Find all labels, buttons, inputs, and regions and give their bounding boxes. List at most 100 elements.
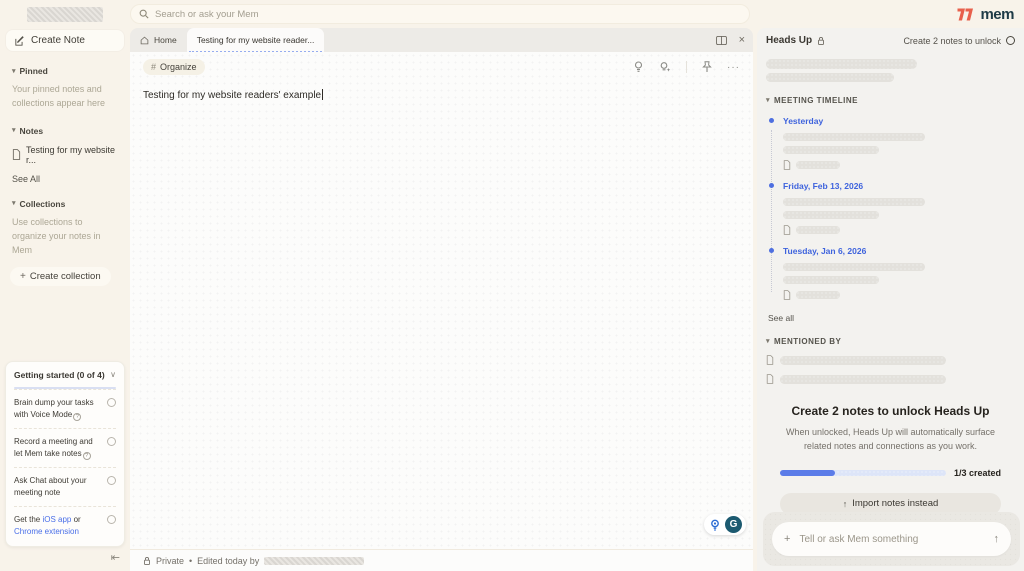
chrome-extension-link[interactable]: Chrome extension (14, 527, 79, 536)
organize-tag-chip[interactable]: # Organize (143, 59, 205, 75)
timeline-entry[interactable]: Yesterday (769, 116, 1015, 170)
note-item-title: Testing for my website r... (26, 144, 116, 165)
insights-bulb-icon[interactable] (633, 61, 644, 73)
send-arrow-icon[interactable]: ↑ (994, 533, 1000, 545)
timeline-date[interactable]: Friday, Feb 13, 2026 (783, 181, 1015, 191)
checklist-item-record-meeting[interactable]: Record a meeting and let Mem take notes? (14, 427, 116, 467)
timeline-entry[interactable]: Tuesday, Jan 6, 2026 (769, 246, 1015, 300)
document-icon (12, 149, 21, 161)
note-editor[interactable]: # Organize ··· Testing for my website re… (130, 52, 753, 549)
heads-up-title: Heads Up (766, 35, 813, 46)
checkbox-circle[interactable] (107, 476, 116, 485)
placeholder-bar (783, 146, 879, 154)
mentioned-by-header[interactable]: ▾ MENTIONED BY (766, 337, 1015, 346)
meeting-timeline-header[interactable]: ▾ MEETING TIMELINE (766, 96, 1015, 105)
placeholder-bar (766, 73, 894, 82)
workspace-name-redacted (27, 6, 103, 22)
checkbox-circle[interactable] (107, 436, 116, 446)
tab-home[interactable]: Home (130, 28, 187, 52)
hash-icon: # (151, 62, 157, 72)
timeline-entry[interactable]: Friday, Feb 13, 2026 (769, 181, 1015, 235)
placeholder-bar (783, 263, 925, 271)
search-icon (139, 9, 149, 19)
organize-tag-label: Organize (160, 62, 197, 72)
note-body-text[interactable]: Testing for my website readers' example (143, 89, 740, 101)
note-status-bar: Private • Edited today by (130, 549, 753, 571)
placeholder-bar (796, 226, 840, 234)
timeline-see-all-link[interactable]: See all (768, 313, 1015, 323)
chevron-down-icon: ▾ (12, 127, 16, 135)
timeline-date[interactable]: Yesterday (783, 116, 1015, 126)
help-icon[interactable]: ? (82, 452, 91, 460)
workspace-switcher[interactable] (0, 6, 130, 22)
status-separator: • (189, 555, 193, 566)
heads-up-title-row: Heads Up (766, 35, 825, 46)
create-collection-button[interactable]: + Create collection (10, 266, 111, 286)
meeting-timeline: Yesterday Friday, Feb 13, 2026 Tuesday, … (769, 116, 1015, 300)
see-all-link[interactable]: See All (12, 174, 118, 184)
unlock-progress-fill (780, 469, 835, 476)
document-icon (783, 290, 791, 300)
unlock-progress-label: 1/3 created (953, 467, 1001, 478)
chat-input-pill[interactable]: + ↑ (772, 522, 1011, 556)
timeline-dot (769, 248, 774, 253)
chevron-down-icon: ▾ (12, 67, 16, 75)
main-editor-area: Home Testing for my website reader... × … (130, 28, 753, 571)
unlock-hint-row: Create 2 notes to unlock (903, 36, 1015, 46)
heads-up-panel: Heads Up Create 2 notes to unlock ▾ MEET… (757, 28, 1024, 571)
collections-empty-text: Use collections to organize your notes i… (12, 216, 101, 255)
import-notes-label: Import notes instead (852, 498, 939, 510)
sidebar-note-item[interactable]: Testing for my website r... (12, 145, 118, 165)
notes-section-header[interactable]: ▾ Notes (12, 126, 118, 136)
mentioned-by-row[interactable] (766, 374, 1015, 384)
home-icon (140, 36, 149, 45)
ai-suggest-icon[interactable] (659, 61, 671, 73)
placeholder-bar (783, 198, 925, 206)
collapse-sidebar-icon[interactable]: ⇤ (111, 551, 120, 564)
chat-input[interactable] (799, 533, 985, 545)
checkbox-circle[interactable] (107, 397, 116, 407)
split-view-icon[interactable] (715, 35, 727, 45)
placeholder-bar (796, 291, 840, 299)
heads-up-body: ▾ MEETING TIMELINE Yesterday Friday, Feb… (757, 53, 1024, 515)
assistant-bulb-icon (708, 518, 722, 532)
checkbox-circle[interactable] (107, 515, 116, 524)
meeting-timeline-label: MEETING TIMELINE (774, 96, 859, 105)
getting-started-header[interactable]: Getting started (0 of 4) ∨ (14, 370, 116, 380)
checklist-item-ask-chat[interactable]: Ask Chat about your meeting note (14, 467, 116, 506)
grammarly-widget[interactable]: G (704, 514, 746, 535)
help-icon[interactable]: ? (73, 412, 82, 421)
mem-logo-icon (957, 8, 976, 21)
text-caret (322, 89, 324, 100)
checklist-item-label: Brain dump your tasks with Voice Mode? (14, 397, 94, 421)
more-options-icon[interactable]: ··· (727, 62, 740, 73)
placeholder-bar (780, 355, 946, 365)
create-note-label: Create Note (31, 35, 85, 46)
tab-strip: Home Testing for my website reader... × (130, 28, 753, 53)
tab-note-active[interactable]: Testing for my website reader... (186, 28, 325, 53)
search-input[interactable] (155, 8, 741, 20)
checklist-item-voice-mode[interactable]: Brain dump your tasks with Voice Mode? (14, 388, 116, 428)
heads-up-header: Heads Up Create 2 notes to unlock (757, 28, 1024, 53)
timeline-date[interactable]: Tuesday, Jan 6, 2026 (783, 246, 1015, 256)
unlock-progress-track (780, 469, 946, 476)
timeline-doc-row (783, 160, 1015, 170)
search-bar[interactable] (130, 4, 750, 24)
privacy-label: Private (156, 555, 185, 566)
placeholder-bar (783, 133, 925, 141)
ios-app-link[interactable]: iOS app (42, 515, 71, 524)
create-note-button[interactable]: Create Note (6, 30, 124, 51)
pin-icon[interactable] (702, 61, 712, 73)
collections-section-header[interactable]: ▾ Collections (12, 199, 118, 209)
edited-label: Edited today by (197, 555, 260, 566)
compose-icon (15, 35, 25, 46)
chevron-collapse-icon[interactable]: ∨ (110, 370, 116, 379)
timeline-dot (769, 183, 774, 188)
checklist-item-get-apps[interactable]: Get the iOS app or Chrome extension (14, 506, 116, 545)
pinned-section-header[interactable]: ▾ Pinned (12, 66, 118, 76)
placeholder-bar (783, 276, 879, 284)
close-icon[interactable]: × (739, 34, 745, 46)
mentioned-by-row[interactable] (766, 355, 1015, 365)
plus-icon[interactable]: + (784, 533, 790, 545)
timeline-doc-row (783, 290, 1015, 300)
